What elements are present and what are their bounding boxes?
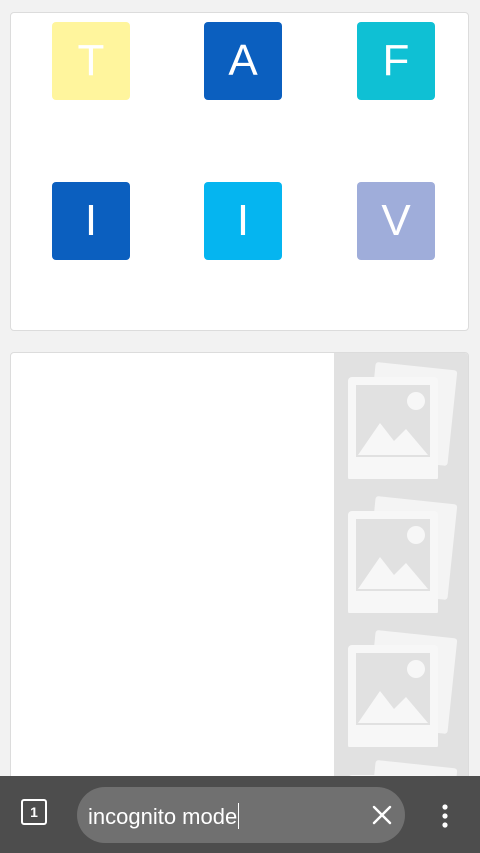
tab-switcher-button[interactable]: 1 [21, 799, 47, 825]
thumbnail-column [334, 353, 468, 781]
tile-i-2[interactable]: I [204, 182, 282, 260]
tile-v[interactable]: V [357, 182, 435, 260]
tile-letter: A [228, 36, 258, 85]
omnibox-input[interactable]: incognito mode [88, 803, 239, 830]
tile-letter: I [84, 196, 98, 245]
tab-count: 1 [30, 804, 38, 820]
tile-i-1[interactable]: I [52, 182, 130, 260]
tile-letter: T [77, 36, 105, 85]
image-placeholder-icon [348, 496, 458, 613]
close-icon[interactable] [372, 805, 392, 825]
tile-letter: F [382, 36, 410, 85]
tiles-card: T A F I I V [10, 12, 469, 331]
image-placeholder-icon [348, 362, 458, 479]
content-card [10, 352, 469, 782]
tile-t[interactable]: T [52, 22, 130, 100]
tile-f[interactable]: F [357, 22, 435, 100]
image-placeholder-icon [348, 630, 458, 747]
omnibox[interactable]: incognito mode [77, 787, 405, 843]
tile-letter: V [381, 196, 411, 245]
tile-a[interactable]: A [204, 22, 282, 100]
tile-letter: I [236, 196, 250, 245]
more-vert-icon[interactable] [440, 803, 450, 829]
